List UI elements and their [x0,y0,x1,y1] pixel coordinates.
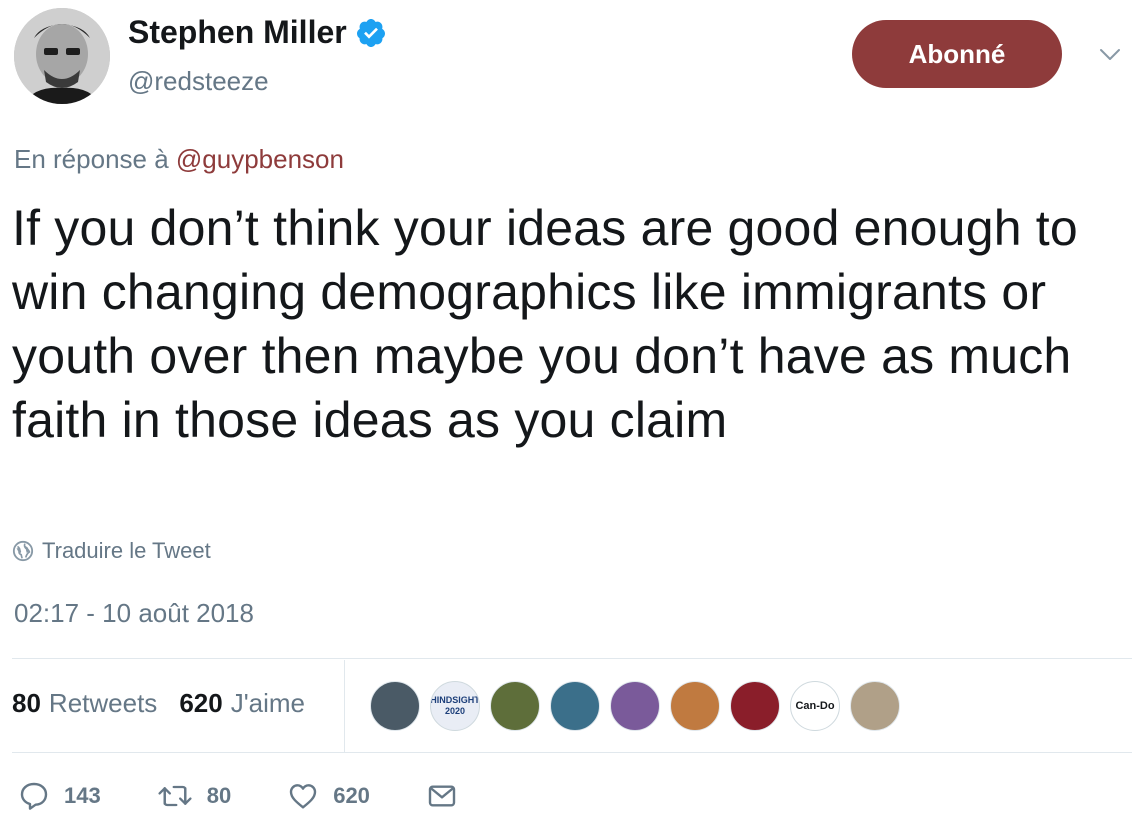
user-name-row[interactable]: Stephen Miller [128,14,387,51]
reply-mention-link[interactable]: @guypbenson [176,144,344,174]
liker-avatar-5[interactable] [610,681,660,731]
chevron-down-icon[interactable] [1098,42,1122,66]
tweet-text: If you don’t think your ideas are good e… [12,200,1078,448]
liker-avatar-3[interactable] [490,681,540,731]
retweet-icon [158,785,192,807]
verified-badge-icon [355,17,387,49]
liker-avatar-6[interactable] [670,681,720,731]
tweet-stats: 80 Retweets 620 J'aime [12,688,305,719]
envelope-icon [428,785,456,807]
retweet-count: 80 [206,783,232,808]
likes-label[interactable]: J'aime [231,688,305,719]
reply-button[interactable]: 143 [18,780,101,812]
user-avatar[interactable] [14,8,110,104]
translate-label[interactable]: Traduire le Tweet [42,538,211,564]
tweet-timestamp[interactable]: 02:17 - 10 août 2018 [14,598,254,629]
retweets-label[interactable]: Retweets [49,688,157,719]
liker-avatar-label: HINDSIGHT 2020 [430,695,480,716]
divider-bottom [12,752,1132,753]
reply-prefix: En réponse à [14,144,169,174]
reply-icon [20,782,48,810]
like-count: 620 [333,783,370,808]
divider-top [12,658,1132,659]
globe-icon [12,540,34,562]
likers-avatar-list: HINDSIGHT 2020 Can-Do [370,681,910,731]
retweet-button[interactable]: 80 [157,780,231,812]
tweet-action-bar: 143 80 620 [18,780,528,812]
liker-avatar-2[interactable]: HINDSIGHT 2020 [430,681,480,731]
like-button[interactable]: 620 [287,780,370,812]
liker-avatar-4[interactable] [550,681,600,731]
retweets-count[interactable]: 80 [12,688,41,719]
stats-separator [344,660,345,752]
liker-avatar-label: Can-Do [795,699,835,712]
liker-avatar-8[interactable]: Can-Do [790,681,840,731]
display-name[interactable]: Stephen Miller [128,14,347,51]
liker-avatar-7[interactable] [730,681,780,731]
likes-count[interactable]: 620 [179,688,222,719]
liker-avatar-1[interactable] [370,681,420,731]
translate-tweet-link[interactable]: Traduire le Tweet [12,538,211,564]
reply-context: En réponse à @guypbenson [14,144,344,175]
reply-count: 143 [64,783,101,808]
avatar-image [14,8,110,104]
liker-avatar-9[interactable] [850,681,900,731]
following-button[interactable]: Abonné [852,20,1062,88]
heart-icon [290,784,317,809]
direct-message-button[interactable] [426,780,472,812]
user-handle[interactable]: @redsteeze [128,66,269,97]
